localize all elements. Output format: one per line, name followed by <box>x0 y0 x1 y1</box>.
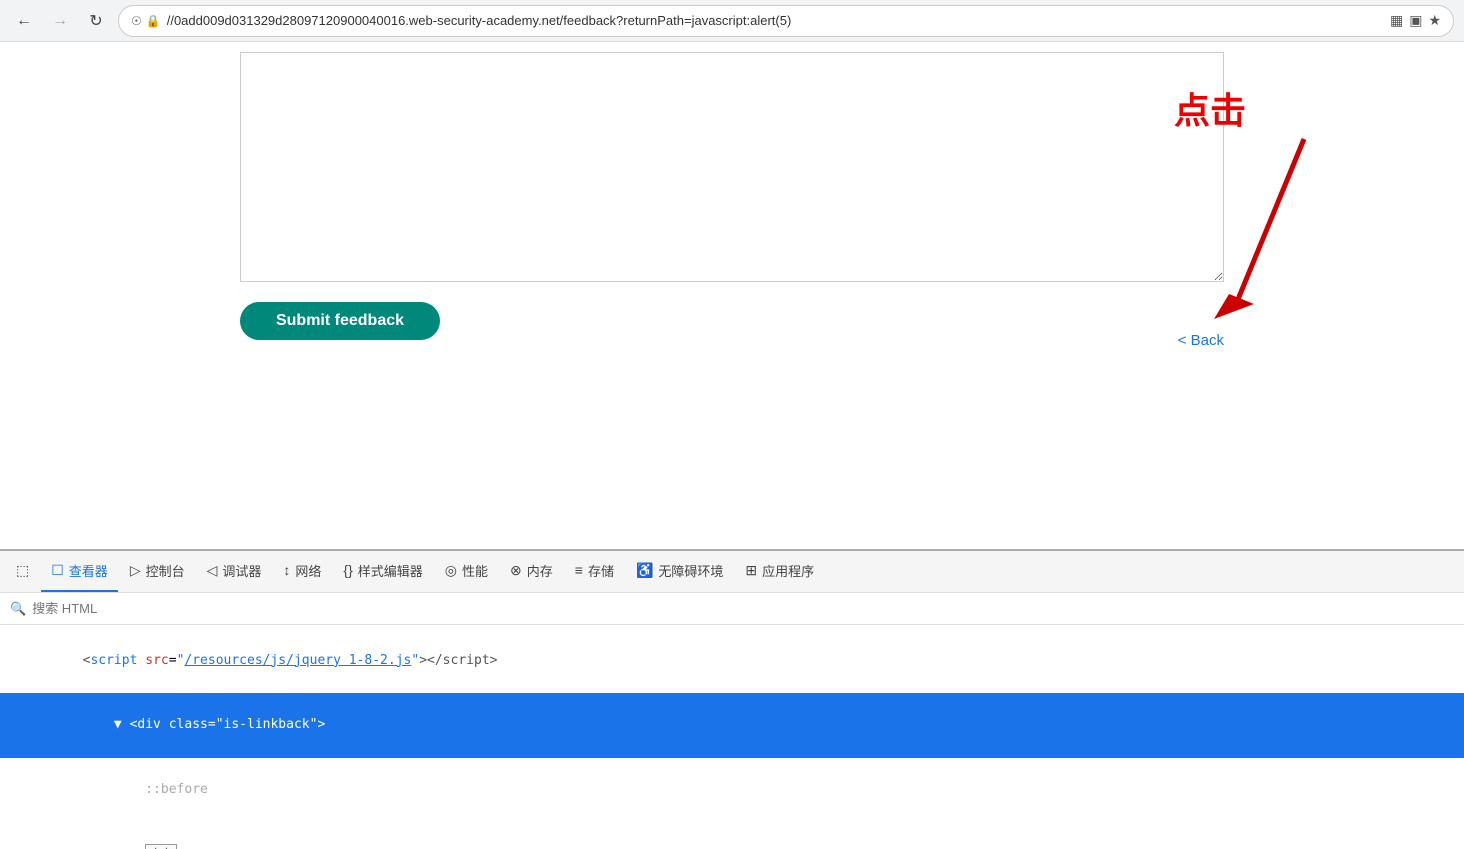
console-icon: ▷ <box>130 562 141 579</box>
bookmark-icon[interactable]: ★ <box>1428 12 1441 29</box>
devtools-tab-debugger[interactable]: ◁ 调试器 <box>197 551 272 593</box>
address-bar[interactable]: ☉ 🔒 //0add009d031329d28097120900040016.w… <box>118 5 1454 37</box>
devtools-code-view: <script src="/resources/js/jquery 1-8-2.… <box>0 625 1464 849</box>
qr-icon[interactable]: ▦ <box>1390 12 1403 29</box>
reload-button[interactable]: ↻ <box>82 7 110 35</box>
storage-icon: ≡ <box>575 562 583 578</box>
network-icon: ↕ <box>283 562 290 578</box>
network-label: 网络 <box>295 561 321 580</box>
style-editor-icon: {} <box>343 562 352 578</box>
submit-feedback-button[interactable]: Submit feedback <box>240 302 440 340</box>
reader-icon[interactable]: ▣ <box>1409 12 1422 29</box>
devtools-tab-storage[interactable]: ≡ 存储 <box>565 551 624 593</box>
memory-icon: ⊗ <box>510 562 522 579</box>
code-line-empty-space: 空白 <box>0 822 1464 849</box>
devtools-tab-network[interactable]: ↕ 网络 <box>273 551 331 593</box>
devtools-tab-inspector[interactable]: ☐ 查看器 <box>41 551 118 593</box>
devtools-tab-accessibility[interactable]: ♿ 无障碍环境 <box>626 551 733 593</box>
forward-button[interactable]: → <box>46 7 74 35</box>
performance-icon: ◎ <box>445 562 457 579</box>
accessibility-icon: ♿ <box>636 562 653 579</box>
back-link[interactable]: < Back <box>1178 332 1224 349</box>
application-label: 应用程序 <box>762 561 814 580</box>
address-bar-actions: ▦ ▣ ★ <box>1390 12 1441 29</box>
code-line-script-src: <script src="/resources/js/jquery 1-8-2.… <box>0 629 1464 693</box>
browser-toolbar: ← → ↻ ☉ 🔒 //0add009d031329d2809712090004… <box>0 0 1464 42</box>
devtools-tab-memory[interactable]: ⊗ 内存 <box>500 551 563 593</box>
devtools-panel: ⬚ ☐ 查看器 ▷ 控制台 ◁ 调试器 ↕ 网络 {} 样式编辑器 <box>0 549 1464 849</box>
devtools-tabs: ⬚ ☐ 查看器 ▷ 控制台 ◁ 调试器 ↕ 网络 {} 样式编辑器 <box>0 551 1464 593</box>
devtools-tab-performance[interactable]: ◎ 性能 <box>435 551 498 593</box>
lock-icon: 🔒 <box>146 14 161 28</box>
debugger-label: 调试器 <box>222 561 261 580</box>
shield-icon: ☉ <box>131 14 142 28</box>
page-content-area: Submit feedback <box>0 42 1464 350</box>
storage-label: 存储 <box>588 561 614 580</box>
search-icon: 🔍 <box>10 601 26 617</box>
devtools-tab-console[interactable]: ▷ 控制台 <box>120 551 195 593</box>
debugger-icon: ◁ <box>207 562 218 579</box>
security-icons: ☉ 🔒 <box>131 14 161 28</box>
accessibility-label: 无障碍环境 <box>658 561 723 580</box>
console-label: 控制台 <box>146 561 185 580</box>
devtools-tab-snap[interactable]: ⬚ <box>6 551 39 593</box>
application-icon: ⊞ <box>745 562 757 579</box>
style-editor-label: 样式编辑器 <box>358 561 423 580</box>
inspector-icon: ☐ <box>51 562 64 579</box>
devtools-search-bar: 🔍 <box>0 593 1464 625</box>
devtools-search-input[interactable] <box>32 601 1454 616</box>
inspector-label: 查看器 <box>69 561 108 580</box>
devtools-tab-application[interactable]: ⊞ 应用程序 <box>735 551 824 593</box>
feedback-textarea[interactable] <box>240 52 1224 282</box>
url-text: //0add009d031329d28097120900040016.web-s… <box>167 13 1384 28</box>
devtools-tab-style-editor[interactable]: {} 样式编辑器 <box>333 551 432 593</box>
snap-icon: ⬚ <box>16 562 29 579</box>
performance-label: 性能 <box>462 561 488 580</box>
memory-label: 内存 <box>527 561 553 580</box>
back-button[interactable]: ← <box>10 7 38 35</box>
code-line-div-linkback[interactable]: ▼ <div class="is-linkback"> <box>0 693 1464 757</box>
code-line-before-pseudo: ::before <box>0 758 1464 822</box>
